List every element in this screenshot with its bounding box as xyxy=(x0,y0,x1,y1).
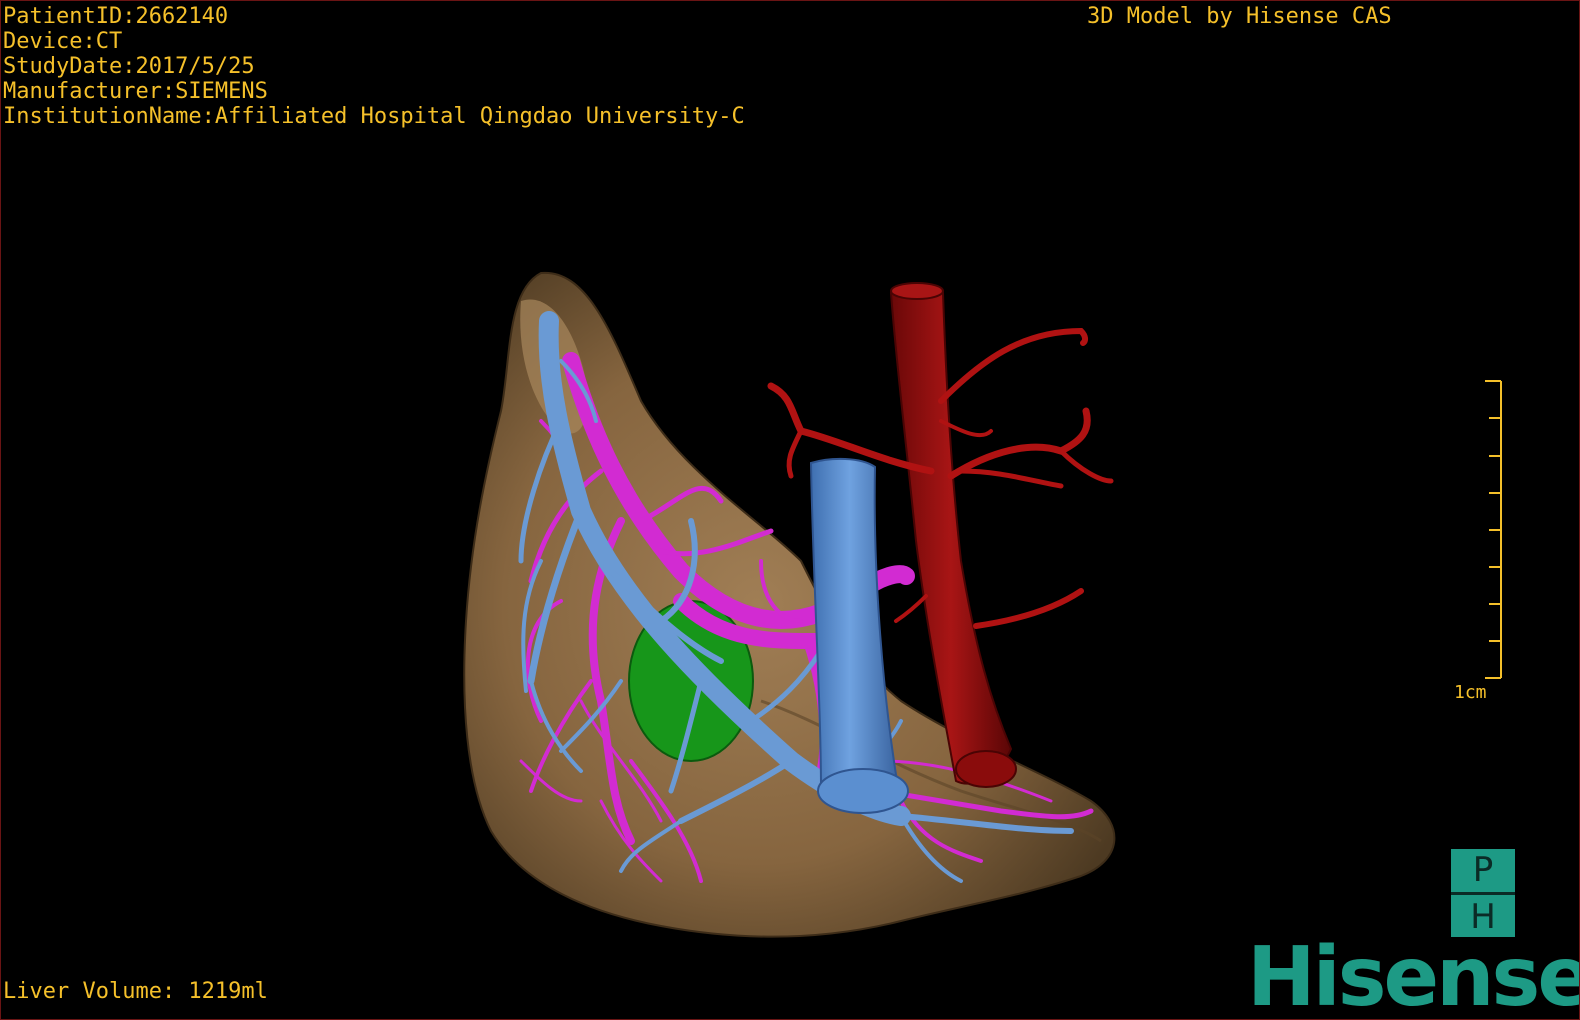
patient-info-overlay: PatientID:2662140 Device:CT StudyDate:20… xyxy=(3,4,745,129)
scale-bar-label: 1cm xyxy=(1454,682,1487,703)
vena-cava-ring xyxy=(817,768,909,814)
manufacturer-text: Manufacturer:SIEMENS xyxy=(3,79,268,104)
ph-badge-top-letter: P xyxy=(1472,849,1494,890)
ph-badge: P H xyxy=(1451,849,1515,937)
scale-bar xyxy=(1485,380,1502,679)
institution-name-text: InstitutionName:Affiliated Hospital Qing… xyxy=(3,104,745,129)
device-text: Device:CT xyxy=(3,29,123,54)
app-title: 3D Model by Hisense CAS xyxy=(1087,4,1392,29)
3d-viewport[interactable]: PatientID:2662140 Device:CT StudyDate:20… xyxy=(0,0,1580,1020)
study-date-text: StudyDate:2017/5/25 xyxy=(3,54,255,79)
liver-3d-model[interactable] xyxy=(1,1,1579,1019)
inferior-vena-cava xyxy=(809,457,899,801)
hisense-logo: Hisense xyxy=(1247,930,1580,1020)
patient-id-text: PatientID:2662140 xyxy=(3,4,229,29)
liver-volume-readout: Liver Volume: 1219ml xyxy=(3,979,268,1004)
ph-badge-divider xyxy=(1451,891,1515,895)
